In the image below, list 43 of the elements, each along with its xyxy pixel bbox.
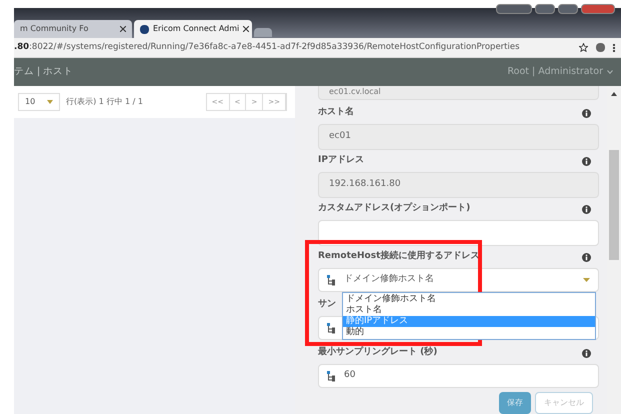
browser-tab[interactable]: Ericom Connect Admi — [134, 20, 252, 38]
info-icon — [582, 204, 591, 214]
page-size-select[interactable]: 10 — [18, 93, 60, 111]
new-tab-button[interactable] — [254, 28, 272, 37]
maximize-button[interactable] — [558, 4, 578, 14]
close-icon[interactable] — [120, 26, 126, 32]
field-label: 最小サンプリングレート (秒) — [318, 346, 438, 360]
field-label: ホスト名 — [318, 106, 354, 120]
node-icon — [327, 322, 336, 334]
node-icon — [327, 370, 336, 382]
readonly-field: ec01.cv.local — [318, 86, 599, 100]
ime-indicator-icon — [496, 4, 532, 14]
scroll-up-icon[interactable] — [611, 92, 617, 96]
address-bar[interactable]: .80:8022/#/systems/registered/Running/7e36fa8c-a7e8-4451-ad7f-2f9d85a33936/RemoteHostConfigurationProperties — [14, 38, 621, 58]
field-label: カスタムアドレス(オプションポート) — [318, 202, 470, 216]
breadcrumb: テム | ホスト — [14, 64, 74, 79]
node-icon — [327, 274, 336, 286]
site-favicon-icon — [140, 24, 149, 34]
caret-icon — [583, 278, 590, 282]
field-label: IPアドレス — [318, 154, 364, 168]
field-label: RemoteHost接続に使用するアドレス — [318, 250, 480, 264]
dropdown-field[interactable]: ドメイン修飾ホスト名 — [318, 268, 599, 292]
chevron-down-icon — [607, 70, 613, 74]
caret-icon — [47, 100, 53, 104]
input-field[interactable]: 60 — [318, 364, 599, 388]
input-field[interactable] — [318, 220, 599, 246]
field-label: サン — [318, 298, 336, 312]
info-icon — [582, 252, 591, 262]
dropdown-option[interactable]: 動的 — [343, 327, 595, 338]
info-icon — [582, 156, 591, 166]
minimize-button[interactable] — [535, 4, 555, 14]
readonly-field: 192.168.161.80 — [318, 172, 599, 198]
extension-icon[interactable] — [596, 43, 605, 52]
info-icon — [582, 348, 591, 358]
close-icon[interactable] — [243, 26, 250, 32]
scrollbar-thumb[interactable] — [609, 150, 619, 260]
info-icon — [582, 108, 591, 118]
dropdown-option[interactable]: ホスト名 — [343, 305, 595, 316]
bookmark-star-icon[interactable] — [579, 43, 588, 52]
dropdown-option[interactable]: ドメイン修飾ホスト名 — [343, 294, 595, 305]
readonly-field: ec01 — [318, 124, 599, 150]
browser-tab[interactable]: m Community Fo — [14, 20, 132, 38]
pagination-info: 行(表示) 1 行中 1 / 1 — [66, 96, 143, 108]
